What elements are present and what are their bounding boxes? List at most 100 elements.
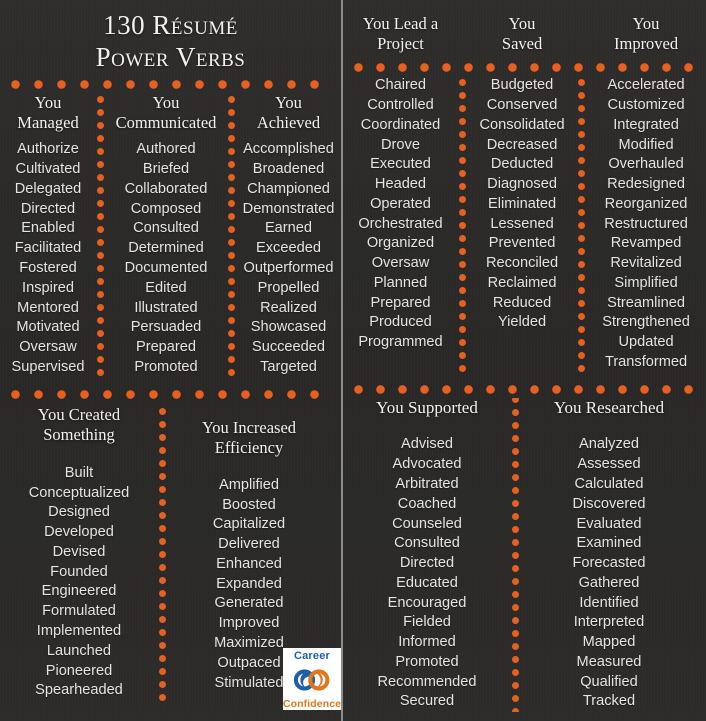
title-block: 130 Résumé Power Verbs xyxy=(0,0,341,73)
heading-line-2: Communicated xyxy=(115,113,217,133)
list-item: Built xyxy=(64,464,94,481)
list-item: Oversaw xyxy=(371,255,430,272)
dotted-column-divider xyxy=(511,397,520,713)
list-item: Consolidated xyxy=(479,116,565,133)
word-list-you-created-something: Built Conceptualized Designed Developed … xyxy=(29,464,130,701)
column-you-improved: Accelerated Customized Integrated Modifi… xyxy=(586,76,706,372)
list-item: Fielded xyxy=(403,614,451,631)
column-you-lead-a-project-heading: You Lead a Project xyxy=(343,14,458,61)
list-item: Founded xyxy=(50,563,108,580)
list-item: Gathered xyxy=(578,574,640,591)
list-item: Directed xyxy=(399,555,455,572)
list-item: Outpaced xyxy=(217,654,281,671)
list-item: Collaborated xyxy=(124,180,208,197)
list-item: Reclaimed xyxy=(487,274,557,291)
column-heading-you-created-something: You Created Something xyxy=(38,405,120,445)
list-item: Assessed xyxy=(577,456,641,473)
dotted-divider-mid-left xyxy=(10,389,331,399)
list-item: Stimulated xyxy=(214,674,284,691)
word-list-you-saved: Budgeted Conserved Consolidated Decrease… xyxy=(479,76,564,333)
list-item: Identified xyxy=(579,594,639,611)
list-item: Directed xyxy=(20,200,76,217)
logo-bottom-text: Confidence xyxy=(283,697,341,710)
column-group-bottom-right: You Supported Advised Advocated Arbitrat… xyxy=(343,397,706,713)
heading-line-1: You Supported xyxy=(376,397,478,417)
dotted-column-divider xyxy=(96,93,105,378)
list-item: Produced xyxy=(369,314,432,331)
dotted-column-divider xyxy=(458,76,467,373)
list-item: Mapped xyxy=(582,634,636,651)
list-item: Informed xyxy=(398,634,456,651)
heading-line-2: Something xyxy=(43,424,115,444)
list-item: Authorize xyxy=(17,141,79,158)
list-item: Controlled xyxy=(367,97,434,114)
list-item: Reconciled xyxy=(485,255,559,272)
column-heading-you-lead-a-project: You Lead a Project xyxy=(363,14,438,54)
list-item: Supervised xyxy=(11,358,85,375)
word-list-you-communicated: Authored Briefed Collaborated Composed C… xyxy=(125,140,208,377)
list-item: Tracked xyxy=(582,693,636,710)
page-title-line-2: Power Verbs xyxy=(95,41,246,72)
word-list-you-improved: Accelerated Customized Integrated Modifi… xyxy=(602,76,690,372)
list-item: Integrated xyxy=(613,116,679,133)
infographic-poster: 130 Résumé Power Verbs You Managed Autho… xyxy=(0,0,706,721)
word-group-top-right: Chaired Controlled Coordinated Drove Exe… xyxy=(343,76,706,373)
section-top-right: You Lead a Project You Saved You Improve… xyxy=(343,0,706,373)
dotted-column-divider xyxy=(227,93,236,378)
list-item: Realized xyxy=(260,299,317,316)
column-you-communicated: You Communicated Authored Briefed Collab… xyxy=(105,93,227,377)
list-item: Determined xyxy=(128,240,204,257)
list-item: Capitalized xyxy=(212,516,286,533)
list-item: Forecasted xyxy=(572,555,646,572)
list-item: Updated xyxy=(618,334,674,351)
list-item: Deducted xyxy=(490,156,554,173)
list-item: Prepared xyxy=(135,339,197,356)
word-list-you-supported: Advised Advocated Arbitrated Coached Cou… xyxy=(378,435,477,712)
list-item: Promoted xyxy=(134,358,198,375)
list-item: Lessened xyxy=(490,215,554,232)
list-item: Reorganized xyxy=(604,195,688,212)
heading-line-1: You Created xyxy=(37,404,121,424)
word-list-you-researched: Analyzed Assessed Calculated Discovered … xyxy=(572,435,645,712)
list-item: Organized xyxy=(366,235,435,252)
heading-line-1: You xyxy=(34,93,62,113)
heading-line-1: You xyxy=(152,93,180,113)
list-item: Arbitrated xyxy=(395,476,459,492)
list-item: Orchestrated xyxy=(358,215,443,232)
column-you-managed: You Managed Authorize Cultivated Delegat… xyxy=(0,93,96,377)
column-heading-you-supported: You Supported xyxy=(376,398,478,419)
list-item: Prevented xyxy=(488,235,556,252)
career-confidence-logo: Career Confidence xyxy=(283,648,341,710)
list-item: Generated xyxy=(214,595,284,612)
list-item: Promoted xyxy=(395,653,459,670)
list-item: Cultivated xyxy=(15,161,81,178)
column-group-top-left: You Managed Authorize Cultivated Delegat… xyxy=(0,93,341,378)
list-item: Encouraged xyxy=(387,594,467,611)
list-item: Developed xyxy=(44,524,114,541)
list-item: Diagnosed xyxy=(487,176,557,193)
list-item: Streamlined xyxy=(607,294,685,311)
list-item: Persuaded xyxy=(130,319,202,336)
list-item: Demonstrated xyxy=(242,200,335,217)
heading-line-2: Project xyxy=(377,34,424,54)
word-list-you-achieved: Accomplished Broadened Championed Demons… xyxy=(243,140,335,377)
heading-line-1: You xyxy=(632,14,660,33)
list-item: Advocated xyxy=(392,456,462,473)
list-item: Championed xyxy=(247,180,330,197)
list-item: Inspired xyxy=(22,279,74,296)
list-item: Oversaw xyxy=(19,339,77,356)
list-item: Chaired xyxy=(374,77,427,94)
column-you-achieved: You Achieved Accomplished Broadened Cham… xyxy=(236,93,341,377)
heading-line-2: Efficiency xyxy=(214,437,284,457)
list-item: Prepared xyxy=(370,294,431,311)
column-heading-you-researched: You Researched xyxy=(554,398,664,419)
list-item: Educated xyxy=(396,574,458,591)
list-item: Revitalized xyxy=(610,255,682,272)
heading-line-2: Improved xyxy=(613,34,679,54)
dotted-column-divider xyxy=(158,404,167,702)
column-you-supported: You Supported Advised Advocated Arbitrat… xyxy=(343,398,511,712)
list-item: Illustrated xyxy=(134,299,198,316)
heading-line-1: You Lead a xyxy=(362,14,439,33)
dotted-divider-mid-right xyxy=(353,384,696,394)
left-panel: 130 Résumé Power Verbs You Managed Autho… xyxy=(0,0,341,721)
